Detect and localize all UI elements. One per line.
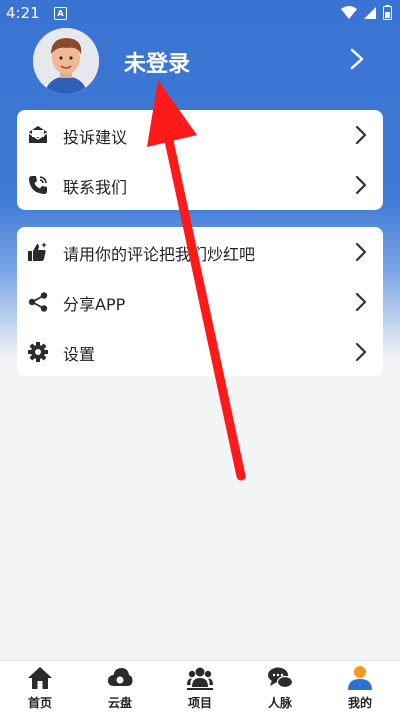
tab-contacts[interactable]: 人脉	[240, 661, 320, 712]
status-time: 4:21	[6, 4, 40, 22]
status-bar: 4:21 A	[0, 0, 400, 26]
home-icon	[28, 667, 52, 689]
chevron-right-icon[interactable]	[349, 48, 365, 70]
menu-item-label: 分享APP	[63, 295, 126, 314]
battery-icon	[383, 5, 392, 20]
tab-cloud[interactable]: 云盘	[80, 661, 160, 712]
mail-icon	[28, 126, 48, 143]
person-icon	[348, 666, 372, 690]
profile-header[interactable]: 未登录	[0, 26, 400, 106]
gear-icon	[28, 342, 48, 362]
chat-icon	[268, 667, 293, 689]
signal-icon	[364, 6, 376, 19]
tab-label: 云盘	[107, 696, 132, 710]
status-icons	[341, 5, 392, 20]
tab-label: 我的	[347, 696, 372, 710]
chevron-right-icon	[355, 125, 367, 145]
tab-home[interactable]: 首页	[0, 661, 80, 712]
tab-label: 项目	[187, 696, 212, 710]
chevron-right-icon	[355, 175, 367, 195]
username-label[interactable]: 未登录	[124, 46, 190, 78]
chevron-right-icon	[355, 342, 367, 362]
menu-item-share[interactable]: 分享APP	[17, 277, 383, 327]
menu-item-label: 投诉建议	[63, 128, 128, 147]
avatar[interactable]	[33, 28, 99, 94]
thumbs-up-icon	[28, 242, 47, 261]
menu-item-settings[interactable]: 设置	[17, 327, 383, 377]
screen: 4:21 A 未登录 投诉建议 联系我们 请用你的评论把我们炒红吧 分享APP …	[0, 0, 400, 712]
menu-item-label: 请用你的评论把我们炒红吧	[63, 245, 256, 264]
menu-item-label: 联系我们	[63, 178, 128, 197]
menu-card-general: 请用你的评论把我们炒红吧 分享APP 设置	[17, 227, 383, 376]
cloud-icon	[108, 668, 133, 686]
chevron-right-icon	[355, 242, 367, 262]
menu-item-review[interactable]: 请用你的评论把我们炒红吧	[17, 227, 383, 277]
phone-icon	[29, 176, 47, 194]
tab-label: 人脉	[267, 696, 292, 710]
avatar-illustration	[33, 28, 99, 94]
chevron-right-icon	[355, 292, 367, 312]
menu-item-complaint[interactable]: 投诉建议	[17, 110, 383, 160]
menu-card-feedback: 投诉建议 联系我们	[17, 110, 383, 210]
bottom-tab-bar: 首页 云盘 项目 人脉 我的	[0, 660, 400, 712]
notification-icon: A	[54, 7, 67, 20]
wifi-icon	[341, 5, 357, 19]
menu-item-contact[interactable]: 联系我们	[17, 160, 383, 210]
group-icon	[187, 667, 213, 690]
tab-projects[interactable]: 项目	[160, 661, 240, 712]
tab-label: 首页	[27, 696, 52, 710]
tab-me[interactable]: 我的	[320, 661, 400, 712]
menu-item-label: 设置	[63, 345, 96, 364]
share-icon	[28, 292, 48, 312]
